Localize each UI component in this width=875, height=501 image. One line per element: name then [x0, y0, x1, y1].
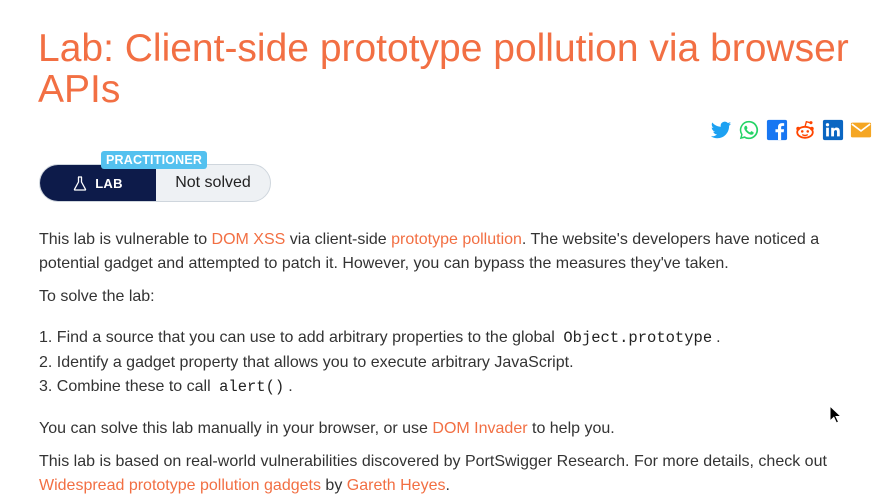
step-1-after: . — [716, 329, 721, 346]
manual-text-2: to help you. — [527, 420, 615, 437]
twitter-icon[interactable] — [710, 119, 732, 141]
research-paragraph: This lab is based on real-world vulnerab… — [39, 450, 864, 498]
step-3-text: 3. Combine these to call — [39, 378, 216, 395]
lab-status-widget: LAB Not solved PRACTITIONER — [39, 151, 271, 202]
step-1: 1. Find a source that you can use to add… — [39, 326, 721, 351]
research-article-link[interactable]: Widespread prototype pollution gadgets — [39, 477, 321, 494]
mouse-cursor-icon — [829, 405, 841, 424]
share-bar — [710, 119, 872, 141]
dom-invader-link[interactable]: DOM Invader — [432, 420, 527, 437]
solve-heading: To solve the lab: — [39, 288, 155, 305]
step-2: 2. Identify a gadget property that allow… — [39, 351, 721, 376]
step-2-text: 2. Identify a gadget property that allow… — [39, 353, 574, 371]
steps-list: 1. Find a source that you can use to add… — [39, 326, 721, 400]
prototype-pollution-link[interactable]: prototype pollution — [391, 231, 522, 248]
solved-status: Not solved — [175, 174, 251, 191]
flask-icon — [73, 175, 87, 191]
level-badge: PRACTITIONER — [101, 151, 208, 169]
research-text-3: . — [445, 477, 450, 494]
facebook-icon[interactable] — [766, 119, 788, 141]
lab-label: LAB — [95, 175, 123, 191]
lab-status-pill: LAB Not solved — [39, 164, 271, 202]
email-icon[interactable] — [850, 119, 872, 141]
dom-xss-link[interactable]: DOM XSS — [212, 231, 286, 248]
manual-text-1: You can solve this lab manually in your … — [39, 420, 433, 437]
step-3-code: alert() — [219, 378, 285, 396]
step-3: 3. Combine these to call alert(). — [39, 375, 721, 400]
page-title: Lab: Client-side prototype pollution via… — [38, 27, 849, 111]
step-1-text: 1. Find a source that you can use to add… — [39, 329, 560, 346]
linkedin-icon[interactable] — [822, 119, 844, 141]
intro-text-2: via client-side — [285, 231, 392, 248]
intro-paragraph: This lab is vulnerable to DOM XSS via cl… — [39, 228, 864, 276]
intro-text-1: This lab is vulnerable to — [39, 231, 212, 248]
research-text-2: by — [320, 477, 347, 494]
lab-label-section: LAB — [40, 165, 156, 201]
manual-paragraph: You can solve this lab manually in your … — [39, 417, 615, 441]
whatsapp-icon[interactable] — [738, 119, 760, 141]
research-text-1: This lab is based on real-world vulnerab… — [39, 453, 827, 470]
author-link[interactable]: Gareth Heyes — [347, 477, 446, 494]
step-3-after: . — [288, 378, 293, 395]
step-1-code: Object.prototype — [563, 329, 713, 347]
reddit-icon[interactable] — [794, 119, 816, 141]
lab-page: Lab: Client-side prototype pollution via… — [0, 0, 875, 501]
